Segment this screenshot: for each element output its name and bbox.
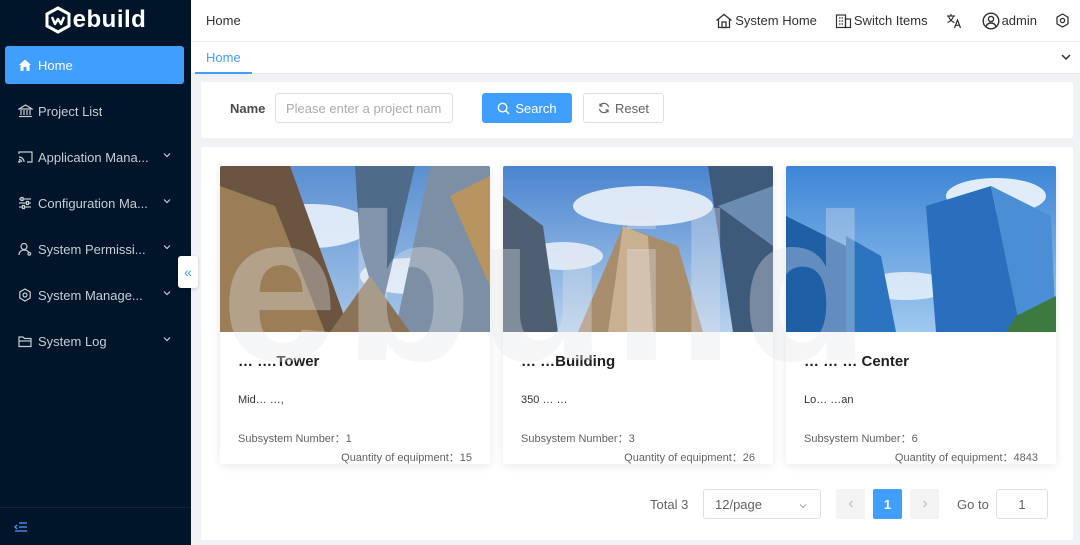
equipment-quantity: Quantity of equipment：26 <box>624 452 755 464</box>
user-circle-icon <box>982 11 1000 30</box>
chevron-down-icon[interactable] <box>1060 51 1072 63</box>
language-switch[interactable] <box>946 13 964 29</box>
reset-button-label: Reset <box>615 100 649 116</box>
subsystem-number: Subsystem Number：6 <box>804 433 918 445</box>
project-image <box>220 166 490 332</box>
project-card[interactable]: … ….Tower Mid… …, Subsystem Number：1 Qua… <box>220 166 490 464</box>
bank-icon <box>17 103 33 119</box>
refresh-icon <box>598 102 610 114</box>
brand-name: ebuild <box>72 6 147 33</box>
tabs-bar: Home <box>191 42 1080 74</box>
logo: ebuild <box>0 0 191 40</box>
prev-page-button[interactable] <box>836 489 865 519</box>
gear-icon <box>17 287 33 303</box>
hexagon-logo-icon <box>45 6 71 34</box>
chevron-left-icon <box>848 500 853 508</box>
sidebar-item-configuration-management[interactable]: Configuration Ma... <box>5 184 184 222</box>
search-button-label: Search <box>515 100 557 116</box>
project-title: … …Building <box>521 353 616 370</box>
equipment-quantity: Quantity of equipment：15 <box>341 452 472 464</box>
sidebar: ebuild Home Project List Application Man… <box>0 0 191 545</box>
chevron-down-icon <box>163 199 171 204</box>
sidebar-item-label: Configuration Ma... <box>38 195 148 211</box>
goto-label: Go to <box>957 497 989 512</box>
tab-home[interactable]: Home <box>195 42 252 74</box>
chevron-right-icon <box>922 500 927 508</box>
sidebar-item-system-log[interactable]: System Log <box>5 322 184 360</box>
sidebar-item-label: Application Mana... <box>38 149 149 165</box>
page-size-select[interactable]: 12/page <box>703 489 821 519</box>
breadcrumb: Home <box>206 13 241 28</box>
settings-button[interactable] <box>1055 13 1072 28</box>
subsystem-number: Subsystem Number：3 <box>521 433 635 445</box>
goto-page-input[interactable] <box>996 489 1048 519</box>
translate-icon <box>946 13 961 28</box>
project-image <box>503 166 773 332</box>
sidebar-fold-button[interactable] <box>0 507 191 545</box>
pagination-total: Total 3 <box>650 497 689 512</box>
sidebar-item-system-permissions[interactable]: System Permissi... <box>5 230 184 268</box>
project-title: … … … Center <box>804 353 910 370</box>
project-image <box>786 166 1056 332</box>
chevron-down-icon <box>163 245 171 250</box>
sidebar-item-label: System Permissi... <box>38 241 146 257</box>
double-chevron-left-icon: « <box>184 264 192 280</box>
sidebar-item-home[interactable]: Home <box>5 46 184 84</box>
collapse-sidebar-button[interactable]: « <box>178 256 198 288</box>
sidebar-item-system-management[interactable]: System Manage... <box>5 276 184 314</box>
subsystem-number: Subsystem Number：1 <box>238 433 352 445</box>
user-icon <box>17 241 33 257</box>
search-button[interactable]: Search <box>482 93 572 123</box>
project-card[interactable]: … …Building 350 … … Subsystem Number：3 Q… <box>503 166 773 464</box>
switch-items-label: Switch Items <box>853 13 928 28</box>
project-name-input[interactable] <box>275 93 453 123</box>
sidebar-item-label: System Log <box>38 333 107 349</box>
folder-icon <box>17 333 33 349</box>
sliders-icon <box>17 195 33 211</box>
project-address: Mid… …, <box>238 394 284 406</box>
chevron-down-icon <box>799 504 807 509</box>
page-size-value: 12/page <box>715 496 762 512</box>
project-title: … ….Tower <box>238 353 320 370</box>
sidebar-item-label: Project List <box>38 103 103 119</box>
top-header: Home System Home Switch Items admin <box>191 0 1080 42</box>
username: admin <box>1001 13 1037 28</box>
chevron-down-icon <box>163 153 171 158</box>
gear-icon <box>1056 13 1069 28</box>
search-icon <box>497 102 510 114</box>
home-icon <box>17 57 33 73</box>
project-grid: … ….Tower Mid… …, Subsystem Number：1 Qua… <box>201 147 1073 540</box>
next-page-button[interactable] <box>910 489 939 519</box>
menu-fold-icon <box>14 521 27 532</box>
system-home-label: System Home <box>735 13 817 28</box>
sidebar-item-label: System Manage... <box>38 287 143 303</box>
name-label: Name <box>230 101 266 116</box>
chevron-down-icon <box>163 291 171 296</box>
sidebar-item-label: Home <box>38 57 73 73</box>
sidebar-item-application-management[interactable]: Application Mana... <box>5 138 184 176</box>
project-card[interactable]: … … … Center Lo… …an Subsystem Number：6 … <box>786 166 1056 464</box>
search-panel: Name Search Reset <box>201 82 1073 138</box>
chevron-down-icon <box>163 337 171 342</box>
cast-icon <box>17 149 33 165</box>
equipment-quantity: Quantity of equipment：4843 <box>894 452 1038 464</box>
project-address: Lo… …an <box>804 394 854 406</box>
project-address: 350 … … <box>521 394 568 406</box>
reset-button[interactable]: Reset <box>583 93 664 123</box>
user-menu[interactable]: admin <box>982 11 1037 30</box>
building-icon <box>835 13 851 28</box>
switch-items-link[interactable]: Switch Items <box>835 13 928 29</box>
page-number-button[interactable]: 1 <box>873 489 902 519</box>
system-home-link[interactable]: System Home <box>715 13 817 29</box>
sidebar-item-project-list[interactable]: Project List <box>5 92 184 130</box>
house-icon <box>716 13 733 28</box>
